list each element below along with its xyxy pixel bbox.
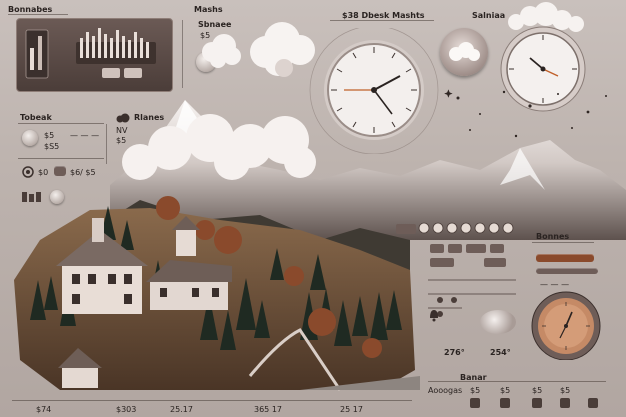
right-panel-title: Bonnes [536,232,570,241]
legend-swatches[interactable] [470,396,606,410]
axis-label-1: $303 [116,405,137,414]
dashboard-page: Bonnabes Mashs Sbnaee $5 $38 Dbesk Masht… [0,0,626,417]
cloud-icon [449,42,480,61]
top-center-title: Mashs [194,5,223,14]
axis-label-3: 365 17 [254,405,282,414]
gauge-icon[interactable] [528,290,604,360]
legend-label-4: $5 [560,386,571,395]
toolbar-icons[interactable] [392,218,532,328]
right-bar-1[interactable] [536,254,594,262]
widget-right-value: 254° [490,348,511,357]
equalizer-icon [25,28,156,79]
legend-label-0: Aooogas [428,386,463,395]
bell-icon[interactable] [428,308,440,322]
right-bar-2[interactable] [536,268,598,274]
axis-label-2: 25.17 [170,405,193,414]
right-ticker: — — — [540,280,570,289]
legend-label-3: $5 [532,386,543,395]
clock-header: $38 Dbesk Mashts [342,11,425,20]
cloud-icon [202,34,241,68]
mini-dial[interactable] [480,310,516,334]
legend-label-1: $5 [470,386,481,395]
axis-label-0: $74 [36,405,52,414]
axis-label-4: 25 17 [340,405,363,414]
side-title: Sbnaee [198,20,232,29]
widget-left-value: 276° [444,348,465,357]
top-left-title: Bonnabes [8,5,53,14]
legend-label-2: $5 [500,386,511,395]
